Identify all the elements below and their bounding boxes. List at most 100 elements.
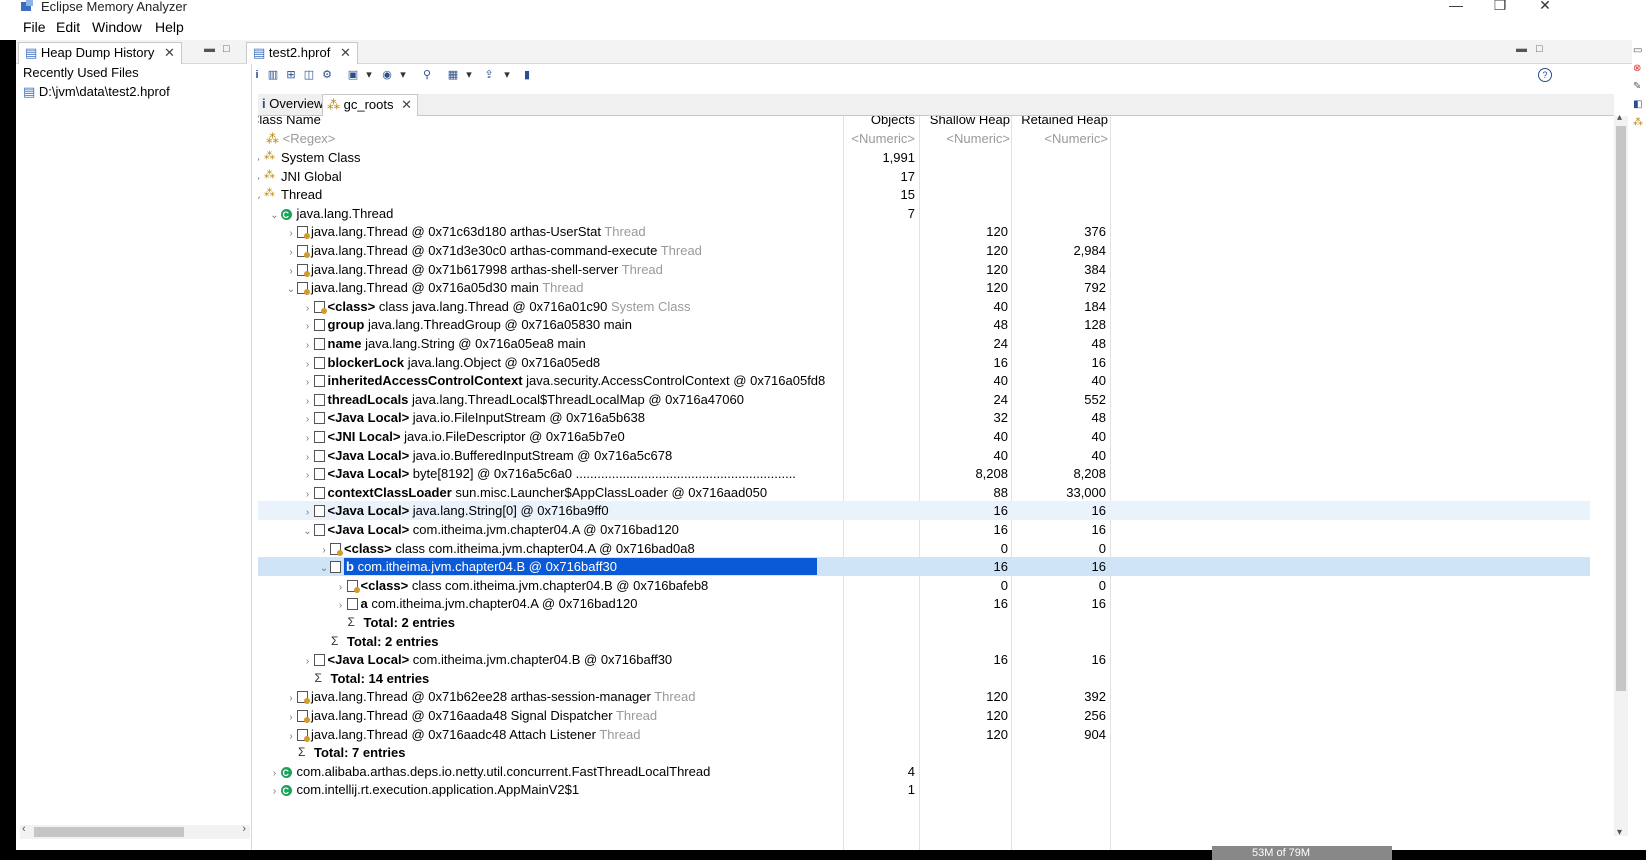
table-row[interactable]: › <Java Local> com.itheima.jvm.chapter04.…	[258, 650, 1590, 669]
table-row[interactable]: ⌄ java.lang.Thread @ 0x716a05d30 main Thr…	[258, 278, 1590, 297]
close-icon[interactable]: ✕	[164, 45, 175, 60]
total-row[interactable]: Total: 7 entries	[258, 743, 1590, 762]
table-row[interactable]: › <JNI Local> java.io.FileDescriptor @ 0x…	[258, 427, 1590, 446]
expand-icon[interactable]: ›	[318, 541, 330, 558]
close-window-button[interactable]: ✕	[1530, 0, 1560, 15]
thread-overview-icon[interactable]: ⚙	[320, 68, 334, 82]
restore-button[interactable]: ❐	[1485, 0, 1515, 15]
expand-icon[interactable]: ›	[335, 596, 347, 613]
recent-file-item[interactable]: ▤ D:\jvm\data\test2.hprof	[23, 84, 170, 100]
expand-icon[interactable]: ›	[269, 782, 281, 799]
expand-icon[interactable]: ›	[302, 448, 314, 465]
scroll-up-icon[interactable]: ▴	[1617, 112, 1622, 123]
notes-icon[interactable]: ✎	[1633, 81, 1641, 92]
total-row[interactable]: Total: 2 entries	[258, 632, 1590, 651]
table-row[interactable]: › inheritedAccessControlContext java.secu…	[258, 371, 1590, 390]
expand-icon[interactable]: ›	[285, 689, 297, 706]
menu-help[interactable]: Help	[155, 19, 184, 35]
expand-icon[interactable]: ›	[302, 410, 314, 427]
navigator-icon[interactable]: ⁂	[1633, 117, 1643, 128]
scroll-thumb[interactable]	[1616, 126, 1626, 691]
table-row[interactable]: › <class> class java.lang.Thread @ 0x716a…	[258, 297, 1590, 316]
chevron-down-icon[interactable]: ▾	[462, 68, 476, 82]
total-row[interactable]: Total: 2 entries	[258, 613, 1590, 632]
table-row[interactable]: › <class> class com.itheima.jvm.chapter04…	[258, 576, 1590, 595]
export-icon[interactable]: ⇪	[482, 68, 496, 82]
tab-test2-hprof[interactable]: ▤ test2.hprof ✕	[246, 42, 358, 64]
chevron-down-icon[interactable]: ▾	[396, 68, 410, 82]
collapse-icon[interactable]: ⌄	[318, 559, 330, 576]
expand-icon[interactable]: ›	[302, 503, 314, 520]
table-row[interactable]: ⌄ b com.itheima.jvm.chapter04.B @ 0x716ba…	[258, 557, 1590, 577]
table-row[interactable]: ⌄ java.lang.Thread 7	[258, 204, 1590, 223]
table-row[interactable]: › contextClassLoader sun.misc.Launcher$Ap…	[258, 483, 1590, 502]
table-row[interactable]: ›System Class 1,991	[258, 148, 1590, 167]
histogram-icon[interactable]: ▥	[266, 68, 280, 82]
query-browser-icon[interactable]: ◉	[380, 68, 394, 82]
collapse-icon[interactable]: ⌄	[302, 522, 314, 539]
close-icon[interactable]: ✕	[401, 97, 412, 112]
table-row[interactable]: › java.lang.Thread @ 0x71d3e30c0 arthas-c…	[258, 241, 1590, 260]
menu-file[interactable]: File	[23, 19, 46, 35]
table-row[interactable]: › blockerLock java.lang.Object @ 0x716a05…	[258, 353, 1590, 372]
chevron-down-icon[interactable]: ▾	[500, 68, 514, 82]
collapse-icon[interactable]: ⌄	[285, 280, 297, 297]
scroll-down-icon[interactable]: ▾	[1617, 827, 1622, 838]
heap-status[interactable]: 53M of 79M	[1212, 846, 1392, 860]
table-row[interactable]: ›JNI Global 17	[258, 167, 1590, 186]
expand-icon[interactable]: ›	[285, 224, 297, 241]
column-header-objects[interactable]: Objects	[843, 116, 915, 129]
table-row[interactable]: › com.intellij.rt.execution.application.A…	[258, 780, 1590, 799]
tab-heap-dump-history[interactable]: ▤ Heap Dump History ✕	[18, 42, 182, 64]
expand-icon[interactable]: ›	[302, 355, 314, 372]
expand-icon[interactable]: ›	[302, 317, 314, 334]
table-row[interactable]: › <Java Local> byte[8192] @ 0x716a5c6a0 .…	[258, 464, 1590, 483]
expand-icon[interactable]: ›	[269, 764, 281, 781]
table-row[interactable]: › java.lang.Thread @ 0x71b62ee28 arthas-s…	[258, 687, 1590, 706]
expand-icon[interactable]: ›	[285, 708, 297, 725]
expand-icon[interactable]: ›	[302, 466, 314, 483]
inspector-icon[interactable]: ◧	[1633, 99, 1642, 110]
table-row[interactable]: › java.lang.Thread @ 0x71c63d180 arthas-U…	[258, 222, 1590, 241]
calculate-retained-icon[interactable]: ▮	[520, 68, 534, 82]
maximize-view-icon[interactable]: □	[223, 43, 230, 55]
total-row[interactable]: Total: 14 entries	[258, 669, 1590, 688]
table-row[interactable]: › com.alibaba.arthas.deps.io.netty.util.c…	[258, 762, 1590, 781]
expand-icon[interactable]: ›	[285, 243, 297, 260]
expand-icon[interactable]: ›	[302, 429, 314, 446]
shallow-heap-filter[interactable]: <Numeric>	[920, 129, 1010, 148]
objects-filter[interactable]: <Numeric>	[843, 129, 915, 148]
table-row[interactable]: › a com.itheima.jvm.chapter04.A @ 0x716ba…	[258, 594, 1590, 613]
table-row[interactable]: › java.lang.Thread @ 0x716aada48 Signal D…	[258, 706, 1590, 725]
table-row[interactable]: › <Java Local> java.io.BufferedInputStrea…	[258, 446, 1590, 465]
minimize-view-icon[interactable]: ▬	[204, 43, 215, 55]
scroll-left-icon[interactable]: ‹	[22, 823, 26, 835]
expand-icon[interactable]: ›	[302, 373, 314, 390]
scroll-thumb[interactable]	[34, 827, 184, 837]
group-by-icon[interactable]: ▦	[446, 68, 460, 82]
menu-window[interactable]: Window	[92, 19, 142, 35]
expand-icon[interactable]: ›	[285, 727, 297, 744]
expand-icon[interactable]: ›	[302, 299, 314, 316]
expand-icon[interactable]: ›	[285, 262, 297, 279]
info-icon[interactable]: i	[250, 68, 264, 82]
table-row[interactable]: › <Java Local> java.lang.String[0] @ 0x71…	[258, 501, 1590, 521]
table-row[interactable]: › name java.lang.String @ 0x716a05ea8 mai…	[258, 334, 1590, 353]
retained-heap-filter[interactable]: <Numeric>	[1012, 129, 1108, 148]
expand-icon[interactable]: ›	[335, 578, 347, 595]
expand-icon[interactable]: ›	[302, 485, 314, 502]
table-row[interactable]: › <class> class com.itheima.jvm.chapter04…	[258, 539, 1590, 558]
table-row[interactable]: ⌄ <Java Local> com.itheima.jvm.chapter04.…	[258, 520, 1590, 539]
close-icon[interactable]: ✕	[340, 45, 351, 60]
minimize-view-icon[interactable]: ▬	[1516, 43, 1527, 55]
menu-edit[interactable]: Edit	[56, 19, 80, 35]
chevron-down-icon[interactable]: ▾	[362, 68, 376, 82]
expand-icon[interactable]: ›	[302, 336, 314, 353]
reports-icon[interactable]: ▣	[346, 68, 360, 82]
error-log-icon[interactable]: ⊗	[1633, 63, 1641, 74]
column-header-shallow-heap[interactable]: Shallow Heap	[920, 116, 1010, 129]
table-row[interactable]: › java.lang.Thread @ 0x716aadc48 Attach L…	[258, 725, 1590, 744]
tab-gc-roots[interactable]: ⁂ gc_roots ✕	[322, 94, 419, 116]
collapse-icon[interactable]: ⌄	[269, 206, 281, 223]
oql-icon[interactable]: ◫	[302, 68, 316, 82]
